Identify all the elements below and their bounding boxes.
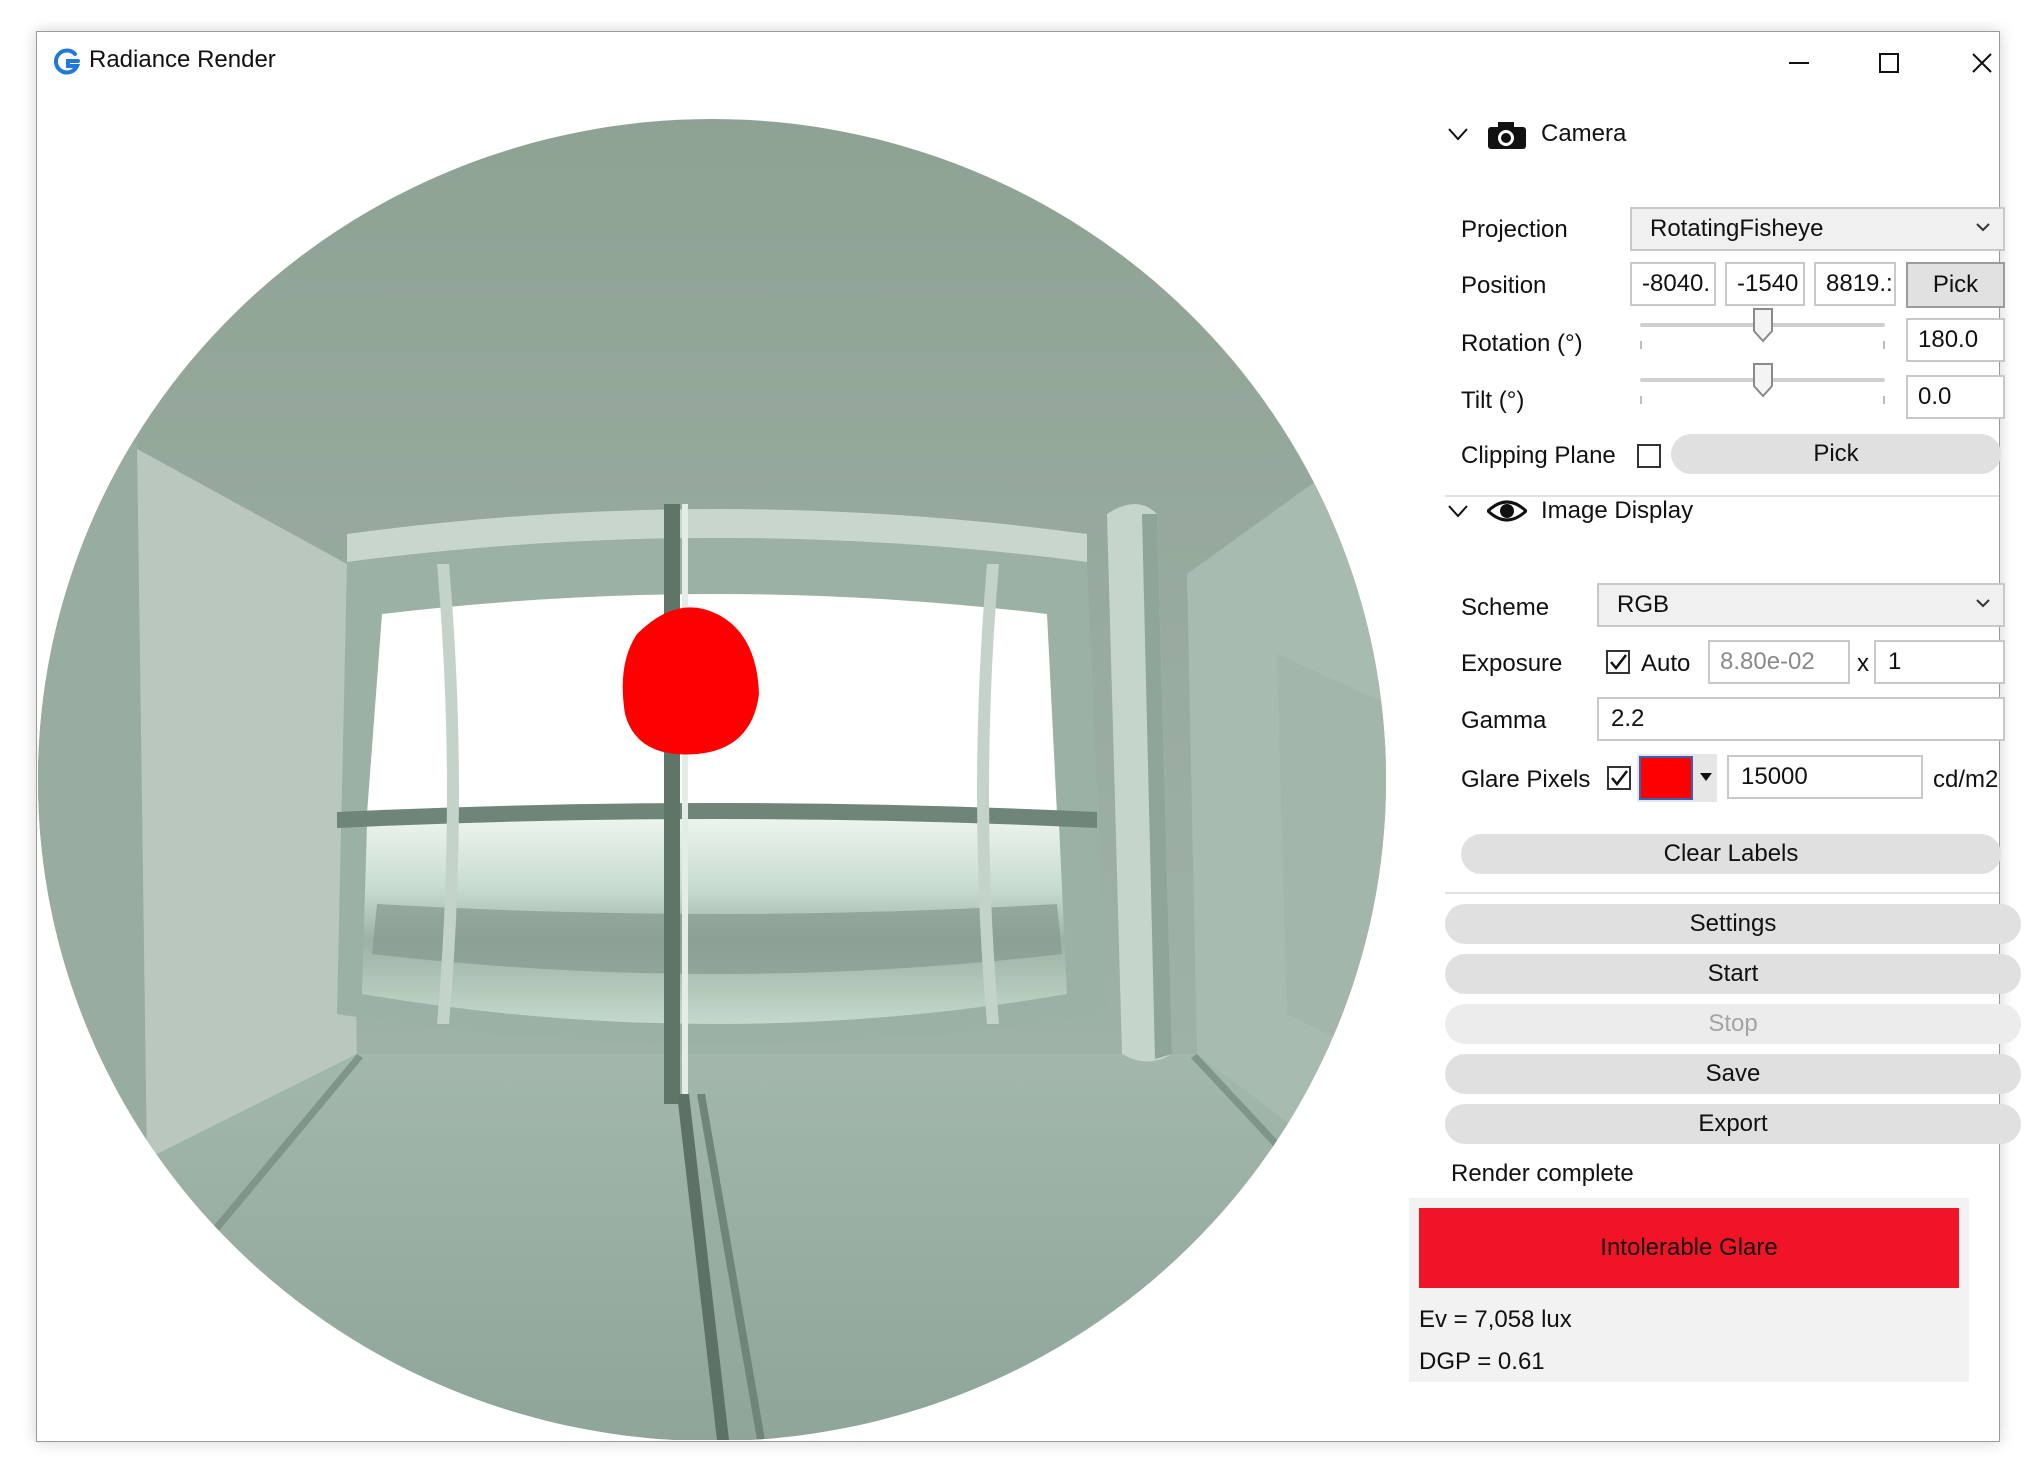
camera-section-title: Camera [1541, 120, 1627, 147]
save-button[interactable]: Save [1445, 1054, 2021, 1094]
position-x-field[interactable]: -8040. [1630, 262, 1716, 306]
close-icon [1972, 53, 1992, 73]
dgp-readout: DGP = 0.61 [1419, 1348, 1545, 1375]
projection-select[interactable]: RotatingFisheye [1630, 207, 2005, 251]
chevron-down-icon [1976, 223, 1990, 232]
clipping-pick-button[interactable]: Pick [1671, 434, 2001, 474]
glare-pixels-checkbox[interactable] [1607, 766, 1631, 790]
rotation-slider[interactable] [1640, 301, 1885, 351]
chevron-down-icon [1976, 599, 1990, 608]
tilt-slider[interactable] [1640, 356, 1885, 406]
app-logo-icon [53, 48, 81, 75]
render-viewport[interactable] [37, 94, 1409, 1440]
position-y-field[interactable]: -1540 [1725, 262, 1805, 306]
start-button[interactable]: Start [1445, 954, 2021, 994]
image-display-section-title: Image Display [1541, 497, 1694, 524]
export-button[interactable]: Export [1445, 1104, 2021, 1144]
glare-threshold-field[interactable]: 15000 [1727, 755, 1923, 799]
maximize-button[interactable] [1849, 32, 1929, 94]
tilt-field[interactable]: 0.0 [1906, 375, 2005, 419]
rotation-slider-thumb[interactable] [1752, 307, 1774, 343]
checkmark-icon [1610, 654, 1627, 670]
close-button[interactable] [1942, 32, 2022, 94]
clipping-plane-checkbox[interactable] [1637, 444, 1661, 468]
minimize-icon [1789, 62, 1809, 64]
projection-label: Projection [1461, 216, 1568, 243]
gamma-label: Gamma [1461, 707, 1547, 734]
title-bar: Radiance Render [37, 32, 1999, 94]
camera-icon [1488, 122, 1526, 149]
scheme-label: Scheme [1461, 594, 1550, 621]
image-display-section-header[interactable]: Image Display [1447, 496, 1693, 526]
chevron-down-icon [1448, 128, 1468, 141]
eye-icon [1487, 500, 1527, 522]
glare-unit-label: cd/m2 [1933, 766, 1999, 793]
stop-button[interactable]: Stop [1445, 1004, 2021, 1044]
scheme-value: RGB [1617, 591, 1670, 618]
clipping-plane-label: Clipping Plane [1461, 442, 1616, 469]
position-z-field[interactable]: 8819.: [1814, 262, 1896, 306]
tilt-slider-thumb[interactable] [1752, 362, 1774, 398]
slider-tick [1883, 341, 1885, 349]
rotation-label: Rotation (°) [1461, 330, 1583, 357]
fisheye-render-image[interactable] [37, 94, 1409, 1440]
exposure-label: Exposure [1461, 650, 1563, 677]
section-divider [1445, 892, 1999, 894]
position-pick-button[interactable]: Pick [1906, 262, 2005, 308]
slider-tick [1640, 341, 1642, 349]
glare-results-panel: Intolerable Glare Ev = 7,058 lux DGP = 0… [1409, 1198, 1969, 1382]
slider-tick [1640, 396, 1642, 404]
glare-color-swatch [1639, 756, 1693, 800]
caret-down-icon [1700, 773, 1712, 781]
ev-readout: Ev = 7,058 lux [1419, 1306, 1572, 1333]
rotation-field[interactable]: 180.0 [1906, 318, 2005, 362]
tilt-label: Tilt (°) [1461, 387, 1525, 414]
maximize-icon [1879, 53, 1899, 73]
settings-button[interactable]: Settings [1445, 904, 2021, 944]
exposure-value-field[interactable]: 8.80e-02 [1708, 640, 1850, 684]
glare-pixels-label: Glare Pixels [1461, 766, 1591, 793]
glare-class-banner: Intolerable Glare [1419, 1208, 1959, 1288]
projection-value: RotatingFisheye [1650, 215, 1824, 242]
exposure-times-label: x [1857, 650, 1869, 677]
slider-tick [1883, 396, 1885, 404]
exposure-auto-label: Auto [1641, 650, 1691, 677]
checkmark-icon [1611, 770, 1628, 786]
exposure-auto-checkbox[interactable] [1606, 650, 1630, 674]
gamma-field[interactable]: 2.2 [1597, 697, 2005, 741]
minimize-button[interactable] [1759, 32, 1839, 94]
render-status: Render complete [1451, 1160, 1634, 1187]
clear-labels-button[interactable]: Clear Labels [1461, 834, 2001, 874]
glare-color-picker[interactable] [1637, 754, 1717, 802]
window-title: Radiance Render [89, 46, 276, 73]
app-window: Radiance Render Camera Projection Rotati… [36, 31, 2021, 1442]
scheme-select[interactable]: RGB [1597, 583, 2005, 627]
camera-section-header[interactable]: Camera [1447, 119, 1626, 149]
position-label: Position [1461, 272, 1547, 299]
chevron-down-icon [1448, 505, 1468, 518]
exposure-multiplier-field[interactable]: 1 [1874, 640, 2005, 684]
